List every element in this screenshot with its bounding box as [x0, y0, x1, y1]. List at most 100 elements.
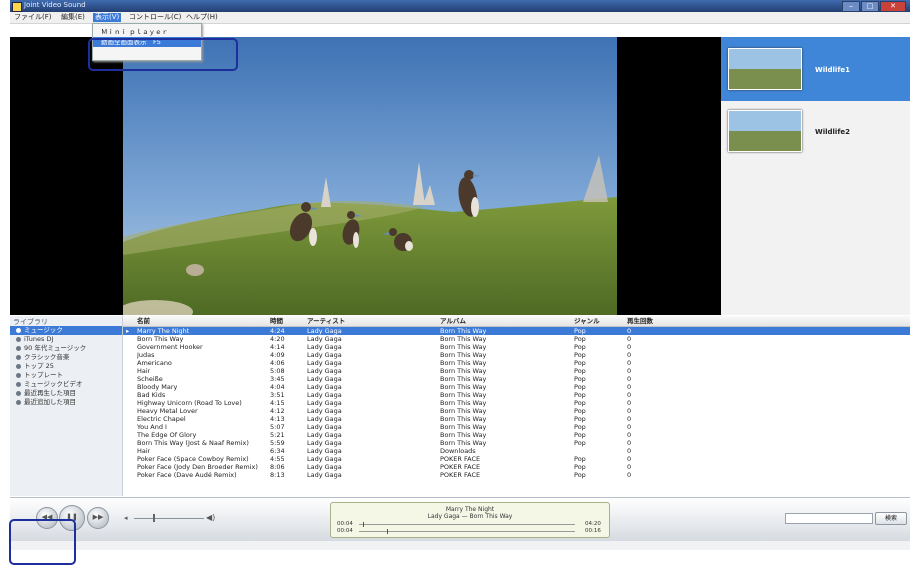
table-row[interactable]: Bloody Mary 4:04 Lady Gaga Born This Way Pop… — [123, 383, 910, 391]
sidebar-item-top25[interactable]: トップ 25 — [10, 362, 122, 371]
cell-time: 4:20 — [270, 335, 285, 343]
col-genre[interactable]: ジャンル — [574, 316, 600, 326]
volume-slider[interactable] — [134, 518, 204, 519]
cell-artist: Lady Gaga — [307, 439, 342, 447]
col-album[interactable]: アルバム — [440, 316, 466, 326]
search-input[interactable] — [785, 513, 873, 524]
menu-view[interactable]: 表示(V) — [93, 13, 122, 22]
table-row[interactable]: The Edge Of Glory 5:21 Lady Gaga Born This … — [123, 431, 910, 439]
sidebar-item-recently-added[interactable]: 最近追加した項目 — [10, 398, 122, 407]
cell-name: Electric Chapel — [137, 415, 186, 423]
cell-album: POKER FACE — [440, 463, 481, 471]
cell-artist: Lady Gaga — [307, 351, 342, 359]
cell-album: Born This Way — [440, 375, 487, 383]
cell-album: Born This Way — [440, 399, 487, 407]
gear-icon — [16, 345, 21, 351]
cell-artist: Lady Gaga — [307, 335, 342, 343]
menu-help[interactable]: ヘルプ(H) — [184, 13, 220, 22]
menu-file[interactable]: ファイル(F) — [12, 13, 54, 22]
cell-genre: Pop — [574, 391, 586, 399]
col-play-count[interactable]: 再生回数 — [627, 316, 653, 326]
cell-genre: Pop — [574, 327, 586, 335]
search-button[interactable]: 検索 — [875, 512, 907, 525]
sidebar-item-90s[interactable]: 90 年代ミュージック — [10, 344, 122, 353]
table-row[interactable]: Highway Unicorn (Road To Love) 4:15 Lady G… — [123, 399, 910, 407]
table-row[interactable]: Government Hooker 4:14 Lady Gaga Born This … — [123, 343, 910, 351]
cell-name: Poker Face (Space Cowboy Remix) — [137, 455, 249, 463]
table-row[interactable]: Poker Face (Jody Den Broeder Remix) 8:06 L… — [123, 463, 910, 471]
table-row[interactable]: Heavy Metal Lover 4:12 Lady Gaga Born This … — [123, 407, 910, 415]
table-row[interactable]: Poker Face (Dave Audé Remix) 8:13 Lady Gag… — [123, 471, 910, 479]
gear-icon — [16, 399, 21, 405]
progress-track-2[interactable] — [359, 531, 575, 532]
cell-play-count: 0 — [627, 343, 632, 351]
sidebar-item-music-video[interactable]: ミュージックビデオ — [10, 380, 122, 389]
cell-artist: Lady Gaga — [307, 431, 342, 439]
table-row[interactable]: Hair 6:34 Lady Gaga Downloads 0 — [123, 447, 910, 455]
table-row[interactable]: ▸ Marry The Night 4:24 Lady Gaga Born This W… — [123, 327, 910, 335]
table-row[interactable]: Judas 4:09 Lady Gaga Born This Way Pop 0 — [123, 351, 910, 359]
cell-play-count: 0 — [627, 327, 632, 335]
cell-artist: Lady Gaga — [307, 359, 342, 367]
gear-icon — [16, 381, 21, 387]
video-item-wildlife1[interactable]: Wildlife1 — [721, 37, 910, 101]
minimize-button[interactable]: ‒ — [842, 1, 860, 12]
table-row[interactable]: Bad Kids 3:51 Lady Gaga Born This Way Pop 0 — [123, 391, 910, 399]
library-sidebar: ライブラリ ミュージック iTunes DJ 90 年代ミュージック クラシック… — [10, 316, 123, 496]
sidebar-item-itunes-dj[interactable]: iTunes DJ — [10, 335, 122, 344]
table-row[interactable]: Born This Way (Jost & Naaf Remix) 5:59 Lad… — [123, 439, 910, 447]
table-row[interactable]: Scheiße 3:45 Lady Gaga Born This Way Pop 0 — [123, 375, 910, 383]
cell-artist: Lady Gaga — [307, 407, 342, 415]
menu-edit[interactable]: 編集(E) — [59, 13, 87, 22]
sidebar-item-classic[interactable]: クラシック音楽 — [10, 353, 122, 362]
video-thumbnail — [728, 48, 802, 90]
now-playing-speaker-icon: ▸ — [126, 327, 130, 335]
cell-time: 4:04 — [270, 383, 285, 391]
cell-album: Born This Way — [440, 407, 487, 415]
cell-name: Poker Face (Jody Den Broeder Remix) — [137, 463, 258, 471]
cell-time: 4:15 — [270, 399, 285, 407]
cell-name: Highway Unicorn (Road To Love) — [137, 399, 242, 407]
cell-time: 3:45 — [270, 375, 285, 383]
cell-time: 4:14 — [270, 343, 285, 351]
sidebar-item-music[interactable]: ミュージック — [10, 326, 122, 335]
cell-genre: Pop — [574, 367, 586, 375]
col-artist[interactable]: アーティスト — [307, 316, 345, 326]
progress-track-1[interactable] — [359, 524, 575, 525]
table-row[interactable]: Hair 5:08 Lady Gaga Born This Way Pop 0 — [123, 367, 910, 375]
cell-time: 4:09 — [270, 351, 285, 359]
volume-knob[interactable] — [153, 514, 155, 522]
fast-forward-button[interactable]: ▶▶ — [87, 507, 109, 529]
cell-album: Born This Way — [440, 335, 487, 343]
table-row[interactable]: Americano 4:06 Lady Gaga Born This Way Pop 0 — [123, 359, 910, 367]
video-viewport[interactable] — [10, 37, 721, 315]
maximize-button[interactable]: □ — [861, 1, 879, 12]
col-time[interactable]: 時間 — [270, 316, 283, 326]
sidebar-item-recently-played[interactable]: 最近再生した項目 — [10, 389, 122, 398]
cell-name: The Edge Of Glory — [137, 431, 197, 439]
close-button[interactable]: ✕ — [880, 1, 906, 12]
table-row[interactable]: You And I 5:07 Lady Gaga Born This Way Pop 0 — [123, 423, 910, 431]
speaker-low-icon: ◂ — [124, 514, 128, 522]
cell-artist: Lady Gaga — [307, 455, 342, 463]
cell-play-count: 0 — [627, 407, 632, 415]
progress-knob-2[interactable] — [387, 529, 388, 534]
cell-play-count: 0 — [627, 367, 632, 375]
menu-item-mini-player[interactable]: Ｍｉｎｉ ｐｌａｙｅｒ — [93, 27, 201, 37]
cell-name: Government Hooker — [137, 343, 203, 351]
cell-time: 6:34 — [270, 447, 285, 455]
table-row[interactable]: Born This Way 4:20 Lady Gaga Born This Way P… — [123, 335, 910, 343]
cell-play-count: 0 — [627, 471, 632, 479]
sidebar-item-top-rated[interactable]: トップレート — [10, 371, 122, 380]
now-playing-display: Marry The Night Lady Gaga — Born This Wa… — [330, 502, 610, 538]
video-item-wildlife2[interactable]: Wildlife2 — [721, 101, 910, 165]
cell-time: 8:13 — [270, 471, 285, 479]
highlight-callout-menu — [88, 38, 238, 71]
table-row[interactable]: Electric Chapel 4:13 Lady Gaga Born This Wa… — [123, 415, 910, 423]
progress-knob-1[interactable] — [363, 522, 364, 527]
col-name[interactable]: 名前 — [137, 316, 150, 326]
menu-control[interactable]: コントロール(C) — [127, 13, 183, 22]
dj-icon — [16, 336, 21, 342]
table-row[interactable]: Poker Face (Space Cowboy Remix) 4:55 Lady … — [123, 455, 910, 463]
cell-artist: Lady Gaga — [307, 367, 342, 375]
